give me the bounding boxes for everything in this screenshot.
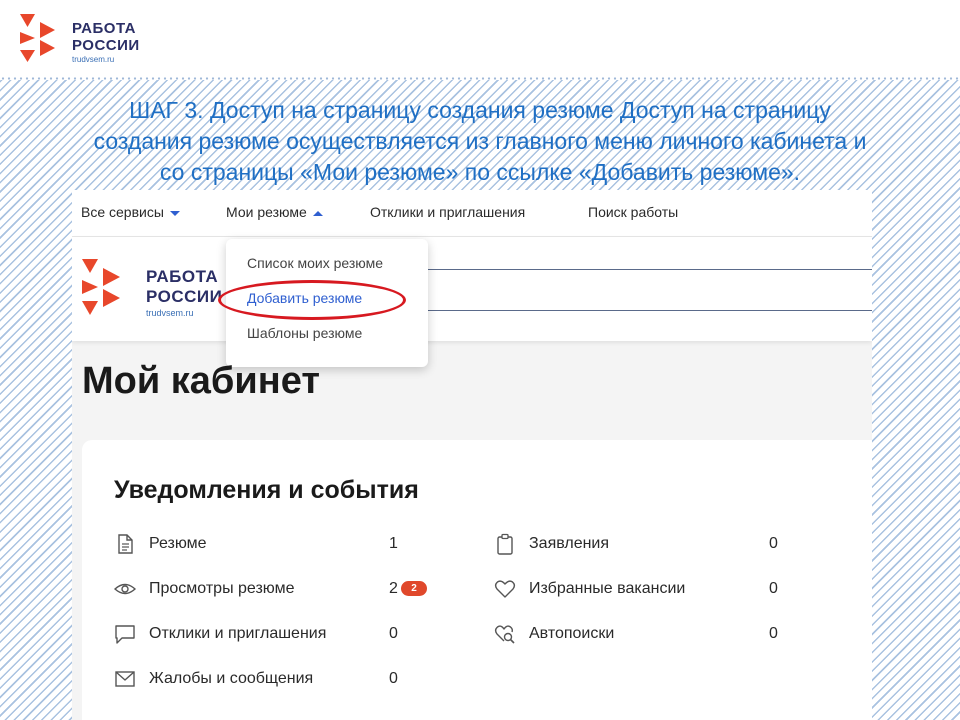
count-value: 0 xyxy=(389,625,398,642)
eye-icon xyxy=(114,583,136,595)
slide-heading: ШАГ 3. Доступ на страницу создания резюм… xyxy=(20,95,940,188)
site-logo[interactable]: РАБОТА РОССИИ trudvsem.ru xyxy=(80,257,223,321)
chevron-down-icon xyxy=(169,210,180,216)
slide-logo: РАБОТА РОССИИ trudvsem.ru xyxy=(18,12,168,68)
clipboard-icon xyxy=(497,533,513,555)
heart-search-icon xyxy=(494,625,515,644)
rabota-rossii-logo-icon xyxy=(82,259,120,315)
count-value: 1 xyxy=(389,535,398,552)
list-item-label: Резюме xyxy=(149,535,207,552)
dropdown-item-resume-templates[interactable]: Шаблоны резюме xyxy=(247,325,362,341)
list-item-label: Просмотры резюме xyxy=(149,580,295,597)
site-logo-line1: РАБОТА xyxy=(146,267,219,286)
list-item-label: Автопоиски xyxy=(529,625,615,642)
nav-job-search[interactable]: Поиск работы xyxy=(588,204,678,220)
count-value: 0 xyxy=(389,670,398,687)
list-item-label: Жалобы и сообщения xyxy=(149,670,314,687)
envelope-icon xyxy=(115,671,135,687)
nav-all-services[interactable]: Все сервисы xyxy=(81,204,180,220)
notifications-card: Уведомления и события Резюме 1 Просмотры… xyxy=(82,440,872,720)
dropdown-item-resume-list[interactable]: Список моих резюме xyxy=(247,255,383,271)
page-title: Мой кабинет xyxy=(82,360,320,402)
list-item-label: Избранные вакансии xyxy=(529,580,686,597)
count-value: 0 xyxy=(769,625,778,642)
chevron-up-icon xyxy=(312,210,323,216)
slide-heading-line: со страницы «Мои резюме» по ссылке «Доба… xyxy=(159,159,801,185)
slide-logo-line2: РОССИИ xyxy=(72,37,140,54)
nav-all-services-label: Все сервисы xyxy=(81,204,164,220)
list-item-label: Заявления xyxy=(529,535,610,552)
count-value: 0 xyxy=(769,535,778,552)
site-header: РАБОТА РОССИИ trudvsem.ru xyxy=(72,237,872,341)
site-logo-line2: РОССИИ xyxy=(146,287,223,306)
count-value: 2 xyxy=(389,580,398,597)
highlight-oval xyxy=(218,280,406,320)
notifications-title: Уведомления и события xyxy=(114,476,419,504)
count-value: 0 xyxy=(769,580,778,597)
dotted-divider xyxy=(0,76,960,81)
nav-my-resumes[interactable]: Мои резюме xyxy=(226,204,323,220)
new-count-badge: 2 xyxy=(401,581,427,596)
list-item-label: Отклики и приглашения xyxy=(149,625,327,642)
nav-responses[interactable]: Отклики и приглашения xyxy=(370,204,525,220)
site-logo-site: trudvsem.ru xyxy=(146,308,194,318)
slide-header: РАБОТА РОССИИ trudvsem.ru xyxy=(0,0,960,80)
slide-logo-site: trudvsem.ru xyxy=(72,55,115,64)
rabota-rossii-logo-icon xyxy=(20,14,55,62)
document-icon xyxy=(118,534,133,554)
heart-icon xyxy=(494,580,516,598)
nav-my-resumes-label: Мои резюме xyxy=(226,204,307,220)
top-navigation: Все сервисы Мои резюме Отклики и приглаш… xyxy=(72,190,872,237)
slide-heading-line: ШАГ 3. Доступ на страницу создания резюм… xyxy=(129,97,831,123)
slide-heading-line: создания резюме осуществляется из главно… xyxy=(93,128,867,154)
website-screenshot: Все сервисы Мои резюме Отклики и приглаш… xyxy=(72,190,872,720)
chat-icon xyxy=(115,625,135,644)
slide-logo-line1: РАБОТА xyxy=(72,20,137,37)
